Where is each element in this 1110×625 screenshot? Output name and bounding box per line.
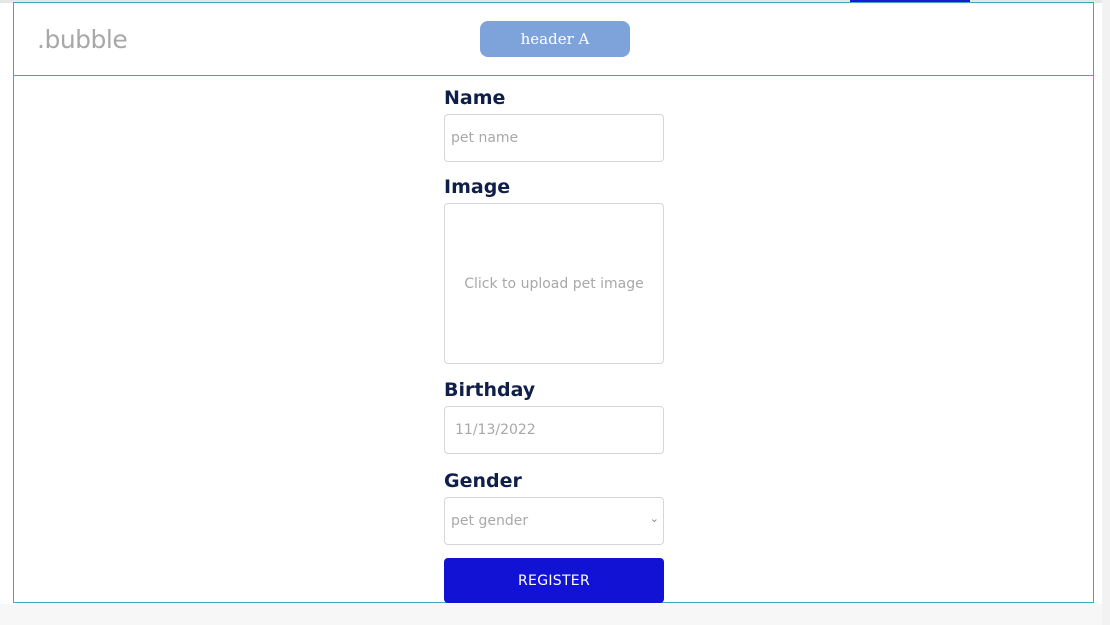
header-bar: .bubble header A [14, 3, 1093, 76]
chevron-down-icon: ⌄ [649, 512, 659, 525]
image-upload-area[interactable]: Click to upload pet image [444, 203, 664, 364]
name-label: Name [444, 87, 506, 109]
bottom-strip [0, 604, 1102, 625]
gender-label: Gender [444, 470, 522, 492]
image-label: Image [444, 176, 511, 198]
upload-prompt-text: Click to upload pet image [464, 275, 644, 292]
page-container: .bubble header A Name Image Click to upl… [13, 2, 1094, 603]
pet-name-input[interactable] [445, 115, 663, 161]
register-button[interactable]: REGISTER [444, 558, 664, 603]
bubble-logo[interactable]: .bubble [37, 25, 128, 54]
gender-select[interactable]: pet gender ⌄ [444, 497, 664, 545]
gender-placeholder: pet gender [451, 513, 529, 529]
birthday-value: 11/13/2022 [455, 422, 536, 438]
birthday-label: Birthday [444, 379, 536, 401]
right-gutter [1102, 0, 1110, 625]
header-a-button[interactable]: header A [480, 21, 630, 57]
name-field[interactable] [444, 114, 664, 162]
birthday-date-picker[interactable]: 11/13/2022 [444, 406, 664, 454]
